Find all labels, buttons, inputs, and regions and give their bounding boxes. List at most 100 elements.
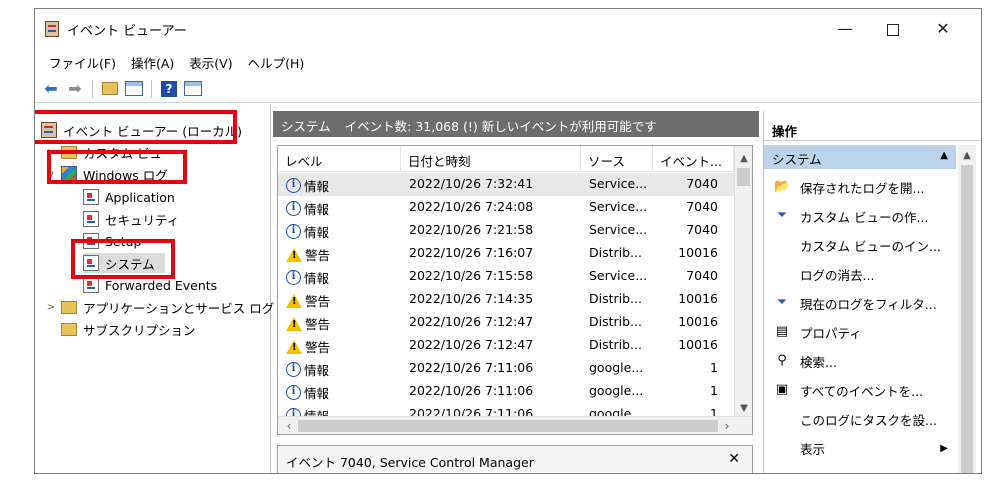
back-arrow-icon[interactable]: ⬅ bbox=[41, 79, 61, 99]
event-row[interactable]: i情報 2022/10/26 7:11:06 google... 1 bbox=[278, 357, 734, 380]
action-item[interactable]: 表示 ▶ bbox=[764, 434, 956, 462]
event-row[interactable]: ! 警告 2022/10/26 7:16:07 Distrib... 10016 bbox=[278, 242, 734, 265]
scroll-thumb[interactable] bbox=[298, 420, 718, 432]
expand-chevron-icon[interactable]: > bbox=[45, 302, 57, 313]
info-icon: i bbox=[286, 385, 301, 400]
action-item[interactable]: ログの消去... bbox=[764, 260, 956, 288]
tree-item-subscriptions[interactable]: サブスクリプション bbox=[61, 319, 196, 339]
cell-source: Service... bbox=[589, 222, 648, 237]
cell-source: google... bbox=[589, 360, 644, 375]
info-icon: i bbox=[286, 178, 301, 193]
annotation-box-system bbox=[71, 239, 175, 279]
event-row[interactable]: ! 警告 2022/10/26 7:12:47 Distrib... 10016 bbox=[278, 311, 734, 334]
help-button[interactable]: ? bbox=[159, 79, 179, 99]
console-tree: イベント ビューアー (ローカル) > カスタム ビュー v Windows ロ… bbox=[35, 104, 274, 473]
minimize-button[interactable]: — bbox=[825, 17, 865, 41]
close-icon[interactable]: ✕ bbox=[728, 451, 740, 467]
event-grid: レベル 日付と時刻 ソース イベント... i 情報 2022/10/26 7:32… bbox=[277, 145, 753, 435]
tree-item-label: サブスクリプション bbox=[83, 322, 196, 338]
cell-source: Service... bbox=[589, 199, 648, 214]
event-row[interactable]: i 情報 2022/10/26 7:32:41 Service... 7040 bbox=[278, 173, 734, 196]
tree-item-label: Application bbox=[105, 189, 175, 205]
cell-date: 2022/10/26 7:11:06 bbox=[409, 360, 534, 375]
scroll-thumb[interactable] bbox=[737, 168, 750, 186]
cell-source: Service... bbox=[589, 176, 648, 191]
title-bar[interactable]: イベント ビューアー — ✕ bbox=[35, 9, 981, 49]
blank-icon bbox=[774, 411, 790, 427]
action-pane-button[interactable] bbox=[183, 79, 203, 99]
cell-event-id: 7040 bbox=[686, 222, 718, 237]
scroll-up-icon[interactable]: ▲ bbox=[735, 150, 752, 168]
action-label: 検索... bbox=[800, 354, 837, 370]
menu-action[interactable]: 操作(A) bbox=[125, 49, 183, 73]
column-header-source[interactable]: ソース bbox=[581, 146, 653, 172]
scroll-right-icon[interactable]: › bbox=[718, 417, 736, 434]
up-folder-button[interactable] bbox=[100, 79, 120, 99]
action-item[interactable]: 📂 保存されたログを開... bbox=[764, 173, 956, 201]
action-item[interactable]: ▣ すべてのイベントを... bbox=[764, 376, 956, 404]
warning-icon: ! bbox=[286, 316, 302, 331]
scroll-up-icon[interactable]: ▲ bbox=[958, 147, 976, 165]
blank-icon bbox=[774, 440, 790, 456]
info-icon: i bbox=[286, 224, 301, 239]
collapse-triangle-icon[interactable]: ▲ bbox=[940, 150, 948, 161]
actions-section-system[interactable]: システム ▲ bbox=[764, 145, 956, 169]
action-item[interactable]: ⏷ 現在のログをフィルタ... bbox=[764, 289, 956, 317]
log-icon bbox=[83, 277, 99, 293]
tree-item-label: アプリケーションとサービス ログ bbox=[83, 300, 275, 316]
action-item[interactable]: ⚲ 検索... bbox=[764, 347, 956, 375]
scroll-left-icon[interactable]: ‹ bbox=[280, 417, 298, 434]
action-item[interactable]: ⏷ カスタム ビューの作... bbox=[764, 202, 956, 230]
menu-view[interactable]: 表示(V) bbox=[183, 49, 241, 73]
menu-bar: ファイル(F) 操作(A) 表示(V) ヘルプ(H) bbox=[35, 49, 981, 73]
action-item[interactable]: カスタム ビューのイン... bbox=[764, 231, 956, 259]
level-text: 警告 bbox=[305, 317, 331, 332]
show-hide-tree-button[interactable] bbox=[124, 79, 144, 99]
scroll-thumb[interactable] bbox=[961, 165, 973, 473]
event-row[interactable]: i情報 2022/10/26 7:11:06 google... 1 bbox=[278, 380, 734, 403]
vertical-scrollbar[interactable]: ▲ ▼ bbox=[734, 146, 752, 418]
actions-scrollbar[interactable]: ▲ bbox=[958, 145, 976, 473]
menu-file[interactable]: ファイル(F) bbox=[43, 49, 125, 73]
cell-source: Distrib... bbox=[589, 314, 642, 329]
cell-source: Distrib... bbox=[589, 337, 642, 352]
blank-icon bbox=[774, 237, 790, 253]
event-row[interactable]: i 情報 2022/10/26 7:21:58 Service... 7040 bbox=[278, 219, 734, 242]
cell-event-id: 7040 bbox=[686, 268, 718, 283]
toolbar: ⬅ ➡ ? bbox=[35, 75, 981, 103]
menu-help[interactable]: ヘルプ(H) bbox=[242, 49, 314, 73]
horizontal-scrollbar[interactable]: ‹ › bbox=[278, 416, 752, 434]
info-icon: i bbox=[286, 270, 301, 285]
column-header-date[interactable]: 日付と時刻 bbox=[401, 146, 581, 172]
column-header-level[interactable]: レベル bbox=[278, 146, 401, 172]
open-folder-icon: 📂 bbox=[774, 179, 791, 194]
folder-up-icon bbox=[102, 82, 118, 95]
action-item[interactable]: このログにタスクを設... bbox=[764, 405, 956, 433]
maximize-button[interactable] bbox=[873, 17, 913, 41]
binoculars-icon: ⚲ bbox=[777, 353, 787, 368]
submenu-arrow-icon: ▶ bbox=[940, 442, 948, 454]
close-button[interactable]: ✕ bbox=[923, 17, 963, 41]
column-header-event-id[interactable]: イベント... bbox=[653, 146, 734, 172]
cell-level: i情報 bbox=[286, 222, 396, 241]
cell-event-id: 10016 bbox=[678, 291, 718, 306]
event-row[interactable]: ! 警告 2022/10/26 7:12:47 Distrib... 10016 bbox=[278, 334, 734, 357]
tree-item-security[interactable]: セキュリティ bbox=[83, 209, 179, 229]
filter-icon: ⏷ bbox=[776, 295, 788, 310]
cell-level: i情報 bbox=[286, 268, 396, 287]
action-item[interactable]: ▤ プロパティ bbox=[764, 318, 956, 346]
forward-arrow-icon[interactable]: ➡ bbox=[65, 79, 85, 99]
warning-icon: ! bbox=[286, 247, 302, 262]
event-row[interactable]: ! 警告 2022/10/26 7:14:35 Distrib... 10016 bbox=[278, 288, 734, 311]
event-row[interactable]: i 情報 2022/10/26 7:24:08 Service... 7040 bbox=[278, 196, 734, 219]
log-header: システム イベント数: 31,068 (!) 新しいイベントが利用可能です bbox=[273, 111, 759, 137]
info-icon: i bbox=[286, 201, 301, 216]
event-row[interactable]: i 情報 2022/10/26 7:15:58 Service... 7040 bbox=[278, 265, 734, 288]
action-label: カスタム ビューのイン... bbox=[800, 238, 941, 254]
tree-item-application[interactable]: Application bbox=[83, 187, 175, 207]
toolbar-separator bbox=[151, 79, 152, 98]
cell-date: 2022/10/26 7:16:07 bbox=[409, 245, 534, 260]
tree-item-apps-services[interactable]: > アプリケーションとサービス ログ bbox=[45, 297, 274, 317]
cell-event-id: 10016 bbox=[678, 314, 718, 329]
warning-icon: ! bbox=[286, 293, 302, 308]
